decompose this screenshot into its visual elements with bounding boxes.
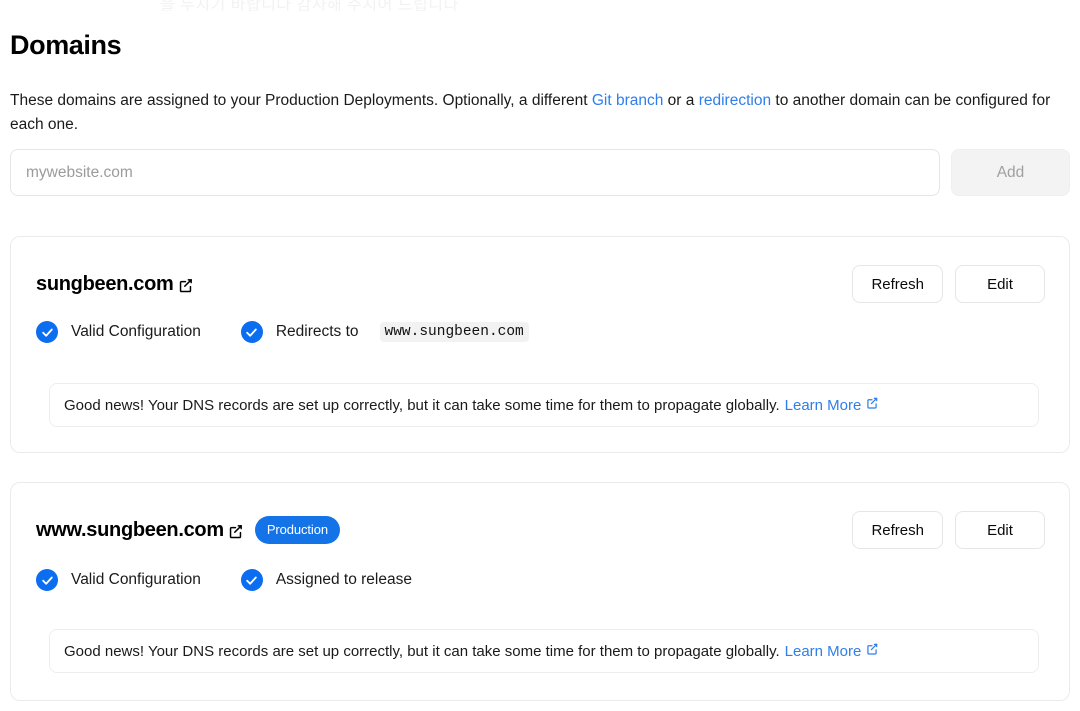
page-description: These domains are assigned to your Produ…: [10, 89, 1068, 137]
external-link-icon[interactable]: [177, 277, 194, 294]
status-assigned-to-release: Assigned to release: [240, 569, 412, 591]
check-circle-icon: [36, 569, 58, 591]
status-redirects-to: Redirects to www.sungbeen.com: [240, 321, 529, 343]
check-circle-icon: [240, 321, 263, 343]
domain-input[interactable]: [10, 149, 940, 196]
learn-more-link[interactable]: Learn More: [785, 642, 880, 660]
external-link-icon: [865, 396, 879, 414]
domain-card: sungbeen.com Refresh Edit Valid Configur…: [10, 236, 1070, 453]
domain-card-header: sungbeen.com Refresh Edit: [36, 264, 1045, 304]
dns-notice: Good news! Your DNS records are set up c…: [49, 383, 1039, 427]
check-circle-icon: [36, 321, 58, 343]
page-title: Domains: [10, 30, 122, 61]
domain-card-header: www.sungbeen.com Production Refresh Edit: [36, 510, 1045, 550]
learn-more-label: Learn More: [784, 396, 862, 414]
domain-name-text: www.sungbeen.com: [36, 518, 224, 541]
status-label: Assigned to release: [275, 571, 412, 588]
domain-name: sungbeen.com: [36, 273, 194, 296]
status-valid-configuration: Valid Configuration: [36, 569, 201, 591]
domain-status-row: Valid Configuration Assigned to release: [36, 569, 412, 591]
external-link-icon[interactable]: [227, 523, 244, 540]
learn-more-label: Learn More: [784, 642, 862, 660]
domains-page: 을 두시기 바랍니다 감사해 주시어 드립니다 Domains These do…: [0, 0, 1080, 711]
edit-button[interactable]: Edit: [955, 265, 1045, 303]
check-circle-icon: [240, 569, 263, 591]
add-domain-button[interactable]: Add: [951, 149, 1070, 196]
status-label: Valid Configuration: [71, 323, 201, 340]
dns-notice-text: Good news! Your DNS records are set up c…: [64, 642, 780, 660]
description-text-2: or a: [663, 91, 699, 109]
domain-status-row: Valid Configuration Redirects to www.sun…: [36, 321, 529, 343]
dns-notice: Good news! Your DNS records are set up c…: [49, 629, 1039, 673]
domain-card-actions: Refresh Edit: [852, 265, 1045, 303]
git-branch-link[interactable]: Git branch: [592, 92, 664, 109]
domain-name-text: sungbeen.com: [36, 272, 174, 295]
edit-button[interactable]: Edit: [955, 511, 1045, 549]
redirect-target-code: www.sungbeen.com: [379, 322, 529, 342]
refresh-button[interactable]: Refresh: [852, 511, 943, 549]
status-label: Redirects to: [275, 323, 359, 340]
domain-card-actions: Refresh Edit: [852, 511, 1045, 549]
external-link-icon: [865, 642, 879, 660]
description-text-1: These domains are assigned to your Produ…: [10, 91, 592, 109]
status-valid-configuration: Valid Configuration: [36, 321, 201, 343]
status-label: Valid Configuration: [71, 571, 201, 588]
production-badge: Production: [254, 516, 340, 544]
learn-more-link[interactable]: Learn More: [785, 396, 880, 414]
redirection-link[interactable]: redirection: [699, 92, 771, 109]
clipped-top-text: 을 두시기 바랍니다 감사해 주시어 드립니다: [160, 0, 459, 11]
add-domain-row: Add: [10, 149, 1070, 196]
domain-card: www.sungbeen.com Production Refresh Edit: [10, 482, 1070, 701]
refresh-button[interactable]: Refresh: [852, 265, 943, 303]
dns-notice-text: Good news! Your DNS records are set up c…: [64, 396, 780, 414]
domain-name: www.sungbeen.com: [36, 519, 244, 542]
